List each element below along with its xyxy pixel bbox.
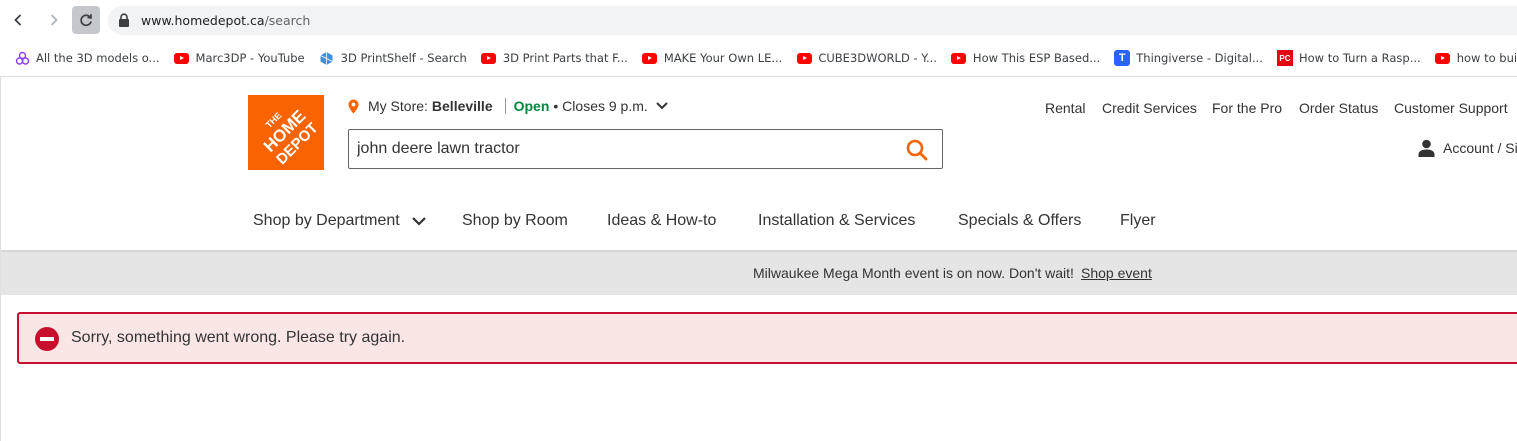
bookmark-item[interactable]: How This ESP Based... bbox=[951, 50, 1100, 66]
rental-link[interactable]: Rental bbox=[1045, 100, 1085, 116]
person-icon bbox=[1418, 139, 1435, 157]
shop-event-link[interactable]: Shop event bbox=[1081, 265, 1152, 281]
youtube-icon bbox=[951, 50, 967, 66]
nav-ideas-how-to[interactable]: Ideas & How-to bbox=[607, 212, 716, 230]
youtube-icon bbox=[481, 50, 497, 66]
youtube-icon bbox=[642, 50, 658, 66]
url-text: www.homedepot.ca/search bbox=[141, 13, 311, 28]
arrow-left-icon bbox=[14, 14, 22, 26]
error-alert: Sorry, something went wrong. Please try … bbox=[17, 312, 1517, 364]
nav-shop-by-room[interactable]: Shop by Room bbox=[462, 212, 568, 230]
bookmark-item[interactable]: T Thingiverse - Digital... bbox=[1114, 50, 1263, 66]
youtube-icon bbox=[796, 50, 812, 66]
chevron-down-icon bbox=[411, 216, 426, 226]
nav-shop-by-department[interactable]: Shop by Department bbox=[253, 212, 426, 230]
credit-services-link[interactable]: Credit Services bbox=[1102, 100, 1197, 116]
search-input[interactable] bbox=[357, 138, 897, 160]
nav-specials-offers[interactable]: Specials & Offers bbox=[958, 212, 1081, 230]
chevron-down-icon bbox=[656, 102, 668, 110]
thingiverse-icon: T bbox=[1114, 50, 1131, 66]
store-prefix: My Store: bbox=[368, 98, 428, 114]
bookmark-item[interactable]: PC How to Turn a Rasp... bbox=[1276, 50, 1421, 66]
reload-button[interactable] bbox=[72, 6, 100, 34]
error-message: Sorry, something went wrong. Please try … bbox=[71, 329, 406, 346]
search-box bbox=[348, 129, 943, 169]
bookmark-item[interactable]: MAKE Your Own LE... bbox=[642, 50, 782, 66]
customer-support-link[interactable]: Customer Support bbox=[1394, 100, 1508, 116]
store-status: Open bbox=[513, 98, 550, 114]
order-status-link[interactable]: Order Status bbox=[1299, 100, 1378, 116]
bookmark-item[interactable]: All the 3D models o... bbox=[14, 50, 160, 66]
lock-icon bbox=[118, 13, 130, 33]
home-depot-logo[interactable]: THE HOME DEPOT bbox=[248, 95, 324, 170]
store-name: Belleville bbox=[431, 98, 493, 114]
pcmag-icon: PC bbox=[1276, 50, 1293, 66]
store-hours: • Closes 9 p.m. bbox=[553, 98, 648, 114]
bookmark-item[interactable]: 3D PrintShelf - Search bbox=[319, 50, 467, 66]
bookmarks-bar: All the 3D models o... Marc3DP - YouTube… bbox=[0, 41, 1517, 75]
youtube-icon bbox=[174, 50, 190, 66]
promo-text: Milwaukee Mega Month event is on now. Do… bbox=[753, 265, 1074, 281]
search-icon[interactable] bbox=[906, 139, 928, 166]
my-store-selector[interactable]: My Store: Belleville Open • Closes 9 p.m… bbox=[348, 96, 668, 116]
chrome-divider bbox=[0, 76, 1517, 77]
bookmark-item[interactable]: CUBE3DWORLD - Y... bbox=[796, 50, 937, 66]
back-button[interactable] bbox=[4, 6, 32, 34]
forward-button[interactable] bbox=[40, 6, 68, 34]
reload-icon bbox=[80, 14, 92, 27]
3d-model-icon bbox=[14, 50, 30, 66]
bookmark-item[interactable]: Marc3DP - YouTube bbox=[174, 50, 305, 66]
bookmark-item[interactable]: how to build a Rasp... bbox=[1435, 50, 1517, 66]
youtube-icon bbox=[1435, 50, 1451, 66]
for-the-pro-link[interactable]: For the Pro bbox=[1212, 100, 1282, 116]
nav-installation-services[interactable]: Installation & Services bbox=[758, 212, 915, 230]
url-bar[interactable]: www.homedepot.ca/search bbox=[108, 6, 1517, 35]
error-icon bbox=[35, 327, 59, 356]
location-pin-icon bbox=[348, 99, 359, 114]
printshelf-icon bbox=[319, 50, 335, 66]
browser-address-bar: www.homedepot.ca/search bbox=[0, 0, 1517, 41]
arrow-right-icon bbox=[50, 14, 58, 26]
account-label: Account / Si bbox=[1443, 140, 1517, 156]
store-divider bbox=[504, 98, 506, 114]
bookmark-item[interactable]: 3D Print Parts that F... bbox=[481, 50, 628, 66]
account-signin-link[interactable]: Account / Si bbox=[1418, 139, 1517, 157]
nav-flyer[interactable]: Flyer bbox=[1120, 212, 1156, 230]
